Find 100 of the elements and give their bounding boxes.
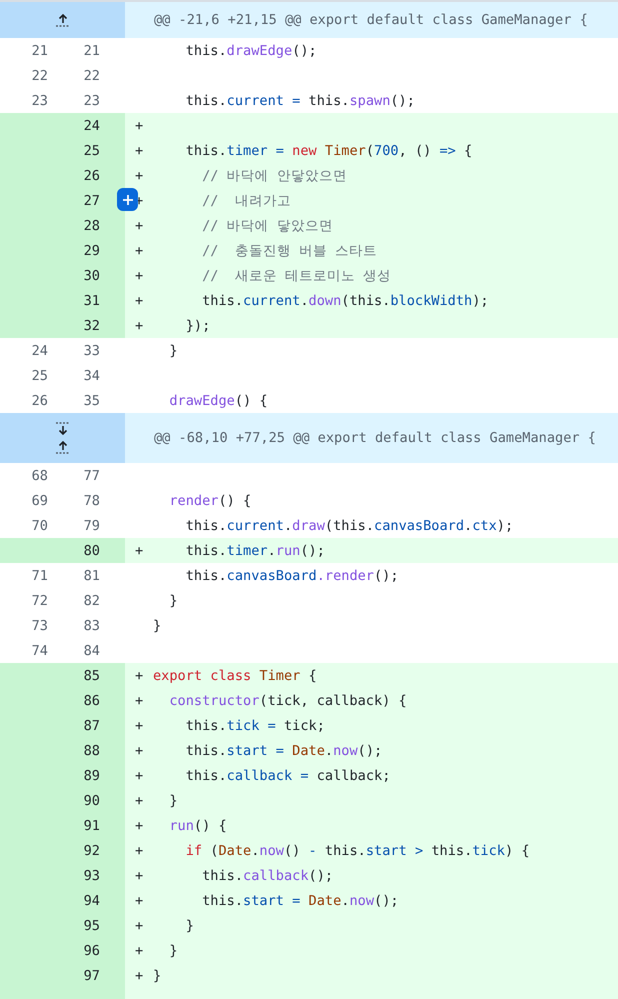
line-number: 71 [30,566,49,586]
diff-marker: + [135,942,144,958]
line-number: 30 [0,263,125,288]
expand-down-button[interactable] [54,421,72,437]
code-line: export class Timer { [153,668,317,684]
line-number: 94 [0,888,125,913]
code-line: } [168,942,178,958]
line-number: 93 [0,863,125,888]
line-number: 79 [82,516,101,536]
line-number: 25 [0,138,125,163]
diff-marker: + [135,892,144,908]
code-line: this.start = Date.now(); [184,742,382,758]
line-number: 34 [82,366,101,386]
code-line: // 충돌진행 버블 스타트 [201,242,378,260]
diff-marker: + [135,242,144,258]
plus-icon [122,194,134,206]
code-line: } [153,618,162,634]
line-number: 21 [30,42,49,60]
diff-marker: + [135,218,144,234]
line-number: 23 [82,92,101,110]
line-number: 85 [0,663,125,688]
diff-marker: + [135,142,144,158]
code-line: } [168,342,178,358]
hunk-header: @@ -21,6 +21,15 @@ export default class GameManager { [125,2,618,38]
line-number: 95 [0,913,125,938]
code-line: this.current.draw(this.canvasBoard.ctx); [184,518,514,534]
code-line: }); [184,318,210,334]
line-number: 80 [0,538,125,563]
code-line: this.current = this.spawn(); [184,92,415,108]
code-line: constructor(tick, callback) { [168,692,407,708]
diff-marker: + [135,792,144,808]
diff-marker: + [135,268,144,284]
line-number: 84 [82,642,101,660]
code-line: this.drawEdge(); [184,42,317,58]
code-line: } [168,792,178,808]
line-number: 96 [0,938,125,963]
line-number: 31 [0,288,125,313]
code-line: // 바닥에 안닿았으면 [201,166,347,184]
diff-marker: + [135,918,144,934]
diff-marker: + [135,768,144,784]
code-line: this.canvasBoard.render(); [184,568,399,584]
code-line: if (Date.now() - this.start > this.tick) { [184,842,530,858]
line-number: 81 [82,566,101,586]
diff-marker: + [135,842,144,858]
line-number: 29 [0,238,125,263]
diff-marker: + [135,542,144,558]
line-number: 23 [30,92,49,110]
line-number: 89 [0,763,125,788]
line-number: 68 [30,466,49,486]
code-line: // 새로운 테트로미노 생성 [201,266,392,284]
code-line: } [184,918,194,934]
line-number: 90 [0,788,125,813]
diff-marker: + [135,292,144,308]
line-number: 24 [0,113,125,138]
code-line: this.current.down(this.blockWidth); [201,292,489,308]
line-number: 77 [82,466,101,486]
line-number: 35 [82,392,101,410]
diff-marker: + [135,668,144,684]
diff-marker: + [135,318,144,334]
line-number: 32 [0,313,125,338]
line-number: 72 [30,592,49,610]
line-number: 97 [0,963,125,988]
line-number: 26 [0,163,125,188]
diff-marker: + [135,118,144,134]
line-number: 78 [82,492,101,510]
code-line: this.tick = tick; [184,718,325,734]
code-line: this.timer.run(); [184,542,325,558]
line-number: 21 [82,42,101,60]
line-number: 70 [30,516,49,536]
expand-up-button[interactable] [54,439,72,455]
line-number: 86 [0,688,125,713]
line-number: 24 [30,342,49,360]
code-line: } [168,592,178,608]
add-comment-button[interactable] [117,188,138,211]
line-number: 22 [82,66,101,86]
code-line: this.timer = new Timer(700, () => { [184,142,472,158]
hunk-header: @@ -68,10 +77,25 @@ export default class GameManager { [125,413,618,463]
line-number: 22 [30,66,49,86]
diff-marker: + [135,868,144,884]
line-number: 25 [30,366,49,386]
line-number: 91 [0,813,125,838]
line-number: 26 [30,392,49,410]
diff-marker: + [135,692,144,708]
line-number: 87 [0,713,125,738]
line-number: 83 [82,616,101,636]
diff-marker: + [135,818,144,834]
code-line: drawEdge() { [168,392,268,408]
diff-marker: + [135,968,144,984]
code-line: this.callback(); [201,868,334,884]
expand-up-button[interactable] [54,12,72,28]
code-line: render() { [168,492,252,508]
line-number: 92 [0,838,125,863]
code-line: } [153,968,162,984]
diff-marker: + [135,168,144,184]
code-line: run() { [168,818,227,834]
line-number: 69 [30,492,49,510]
code-line: this.start = Date.now(); [201,892,399,908]
diff-marker: + [135,742,144,758]
code-line: // 내려가고 [201,192,291,210]
code-line: this.callback = callback; [184,768,390,784]
